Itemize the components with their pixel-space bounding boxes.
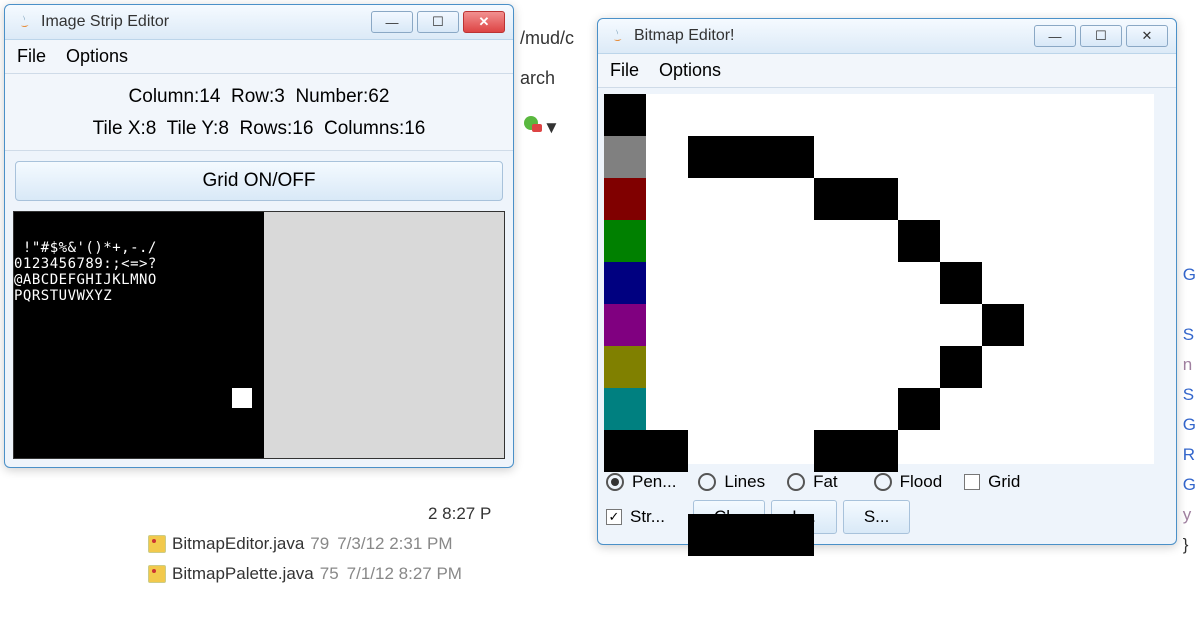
window-title: Bitmap Editor! <box>634 27 1034 45</box>
close-button[interactable]: ✕ <box>463 11 505 33</box>
palette-color[interactable] <box>604 178 646 220</box>
pixel <box>730 514 772 556</box>
file2-rev: 75 <box>320 564 339 584</box>
radio-pencil[interactable] <box>606 473 624 491</box>
image-strip-editor-window: Image Strip Editor — ☐ ✕ File Options Co… <box>4 4 514 468</box>
radio-fat[interactable] <box>787 473 805 491</box>
palette-color[interactable] <box>604 262 646 304</box>
pixel <box>856 430 898 472</box>
minimize-button[interactable]: — <box>371 11 413 33</box>
file1-rev: 79 <box>310 534 329 554</box>
pixel <box>688 136 730 178</box>
bg-path: /mud/c <box>520 28 574 49</box>
palette-color[interactable] <box>604 304 646 346</box>
label-fat: Fat <box>813 472 838 492</box>
save-button[interactable]: S... <box>843 500 911 534</box>
pixel <box>940 346 982 388</box>
menubar: File Options <box>598 54 1176 88</box>
label-flood: Flood <box>900 472 943 492</box>
bitmap-editor-window: Bitmap Editor! — ☐ ✕ File Options Pen...… <box>597 18 1177 545</box>
pixel <box>730 136 772 178</box>
bg-dropdown-arrow[interactable]: ▼ <box>543 118 560 138</box>
menu-options[interactable]: Options <box>66 46 128 67</box>
selected-tile <box>232 388 252 408</box>
pixel <box>898 220 940 262</box>
pixel <box>688 514 730 556</box>
code-fragment: G S n S G R G y } <box>1183 260 1196 560</box>
minimize-button[interactable]: — <box>1034 25 1076 47</box>
checkbox-grid[interactable] <box>964 474 980 490</box>
file1-date: 7/3/12 2:31 PM <box>337 534 452 554</box>
java-icon <box>608 27 626 45</box>
pixel <box>604 94 646 136</box>
file1-name: BitmapEditor.java <box>172 534 304 554</box>
pixel <box>940 262 982 304</box>
close-button[interactable]: ✕ <box>1126 25 1168 47</box>
radio-flood[interactable] <box>874 473 892 491</box>
label-grid: Grid <box>988 472 1020 492</box>
bg-search: arch <box>520 68 555 89</box>
pixel <box>604 430 646 472</box>
titlebar[interactable]: Image Strip Editor — ☐ ✕ <box>5 5 513 40</box>
checkbox-stream[interactable]: ✓ <box>606 509 622 525</box>
java-icon <box>15 13 33 31</box>
file-row-2[interactable]: BitmapPalette.java 75 7/1/12 8:27 PM <box>148 564 462 584</box>
pixel <box>856 178 898 220</box>
java-file-icon <box>148 535 166 553</box>
file2-name: BitmapPalette.java <box>172 564 314 584</box>
menu-file[interactable]: File <box>17 46 46 67</box>
palette-color[interactable] <box>604 220 646 262</box>
menubar: File Options <box>5 40 513 74</box>
palette-color[interactable] <box>604 346 646 388</box>
pixel <box>772 136 814 178</box>
label-lines: Lines <box>724 472 765 492</box>
run-badge-icon <box>532 124 542 132</box>
tool-row-1: Pen... Lines Fat Flood Grid <box>606 472 1168 492</box>
bitmap-canvas[interactable] <box>604 94 1154 464</box>
menu-file[interactable]: File <box>610 60 639 81</box>
java-file-icon <box>148 565 166 583</box>
bg-time-fragment: 2 8:27 P <box>428 504 491 524</box>
pixel <box>646 430 688 472</box>
grid-toggle-button[interactable]: Grid ON/OFF <box>15 161 503 201</box>
palette-color[interactable] <box>604 136 646 178</box>
label-stream: Str... <box>630 507 665 527</box>
window-title: Image Strip Editor <box>41 13 371 31</box>
menu-options[interactable]: Options <box>659 60 721 81</box>
strip-canvas[interactable]: !"#$%&'()*+,-./ 0123456789:;<=>? @ABCDEF… <box>13 211 505 459</box>
palette-color[interactable] <box>604 388 646 430</box>
titlebar[interactable]: Bitmap Editor! — ☐ ✕ <box>598 19 1176 54</box>
info-block: Column:14 Row:3 Number:62 Tile X:8 Tile … <box>5 74 513 151</box>
label-pencil: Pen... <box>632 472 676 492</box>
pixel <box>982 304 1024 346</box>
color-palette[interactable] <box>604 136 646 430</box>
radio-lines[interactable] <box>698 473 716 491</box>
file-row-1[interactable]: BitmapEditor.java 79 7/3/12 2:31 PM <box>148 534 453 554</box>
maximize-button[interactable]: ☐ <box>417 11 459 33</box>
maximize-button[interactable]: ☐ <box>1080 25 1122 47</box>
pixel <box>772 514 814 556</box>
pixel <box>814 178 856 220</box>
pixel <box>898 388 940 430</box>
file2-date: 7/1/12 8:27 PM <box>347 564 462 584</box>
font-bitmap: !"#$%&'()*+,-./ 0123456789:;<=>? @ABCDEF… <box>14 212 264 459</box>
pixel <box>814 430 856 472</box>
